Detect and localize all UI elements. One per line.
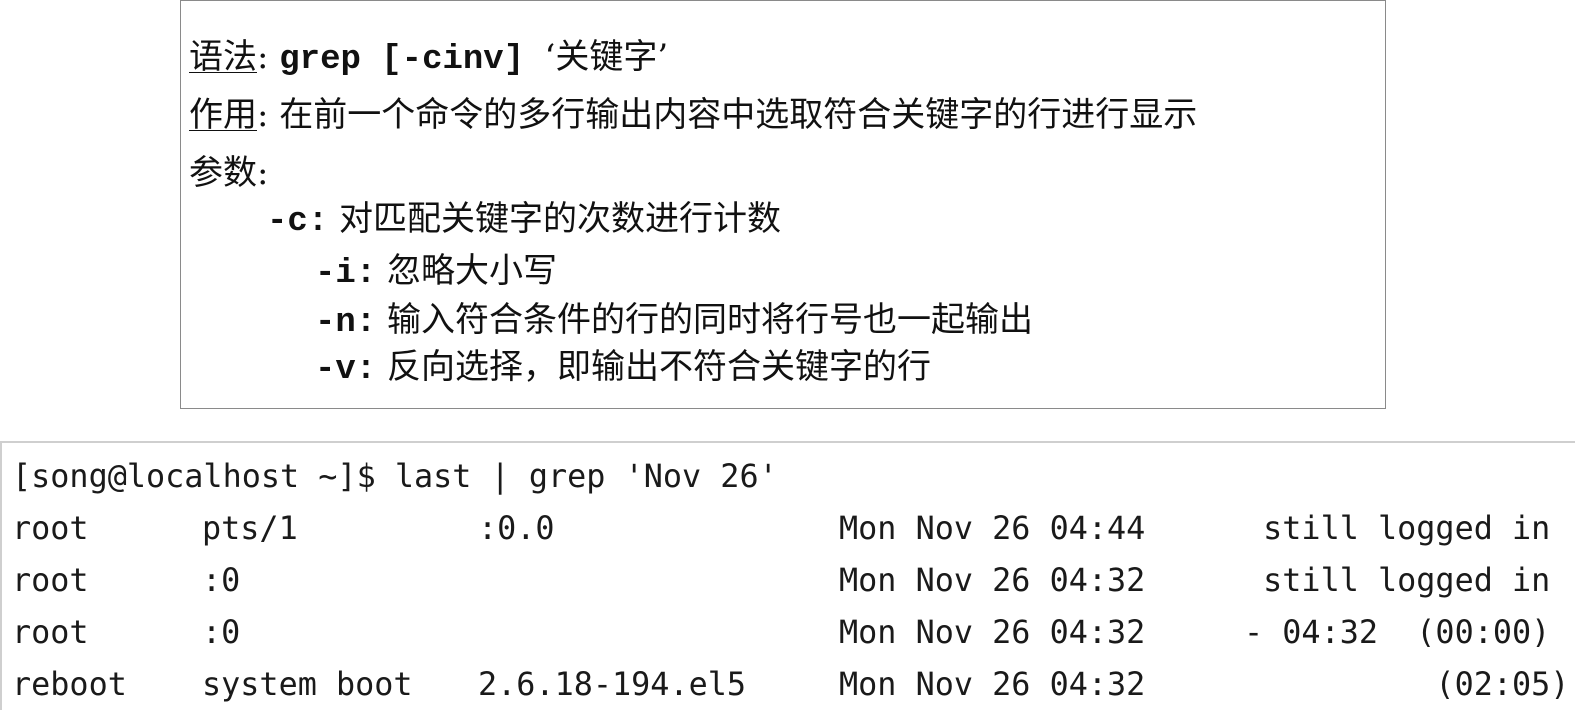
purpose-label: 作用 [189,95,257,135]
params-label: 参数: [189,153,269,193]
row-duration: still logged in [1244,510,1551,547]
param-n: -n: 输入符合条件的行的同时将行号也一起输出 [315,300,1033,343]
row-user: root [12,562,89,599]
terminal-output-row: root pts/1 :0.0 Mon Nov 26 04:44 still l… [12,507,1572,551]
syntax-line: 语法: grep [-cinv] ‘关键字’ [189,37,668,80]
param-desc: 忽略大小写 [376,251,558,291]
row-date: Mon Nov 26 04:32 [839,614,1146,651]
terminal-window[interactable]: [song@localhost ~]$ last | grep 'Nov 26'… [0,441,1575,710]
row-user: root [12,614,89,651]
row-date: Mon Nov 26 04:32 [839,666,1146,703]
param-c: -c: 对匹配关键字的次数进行计数 [267,199,781,242]
row-tty: pts/1 [202,510,298,547]
row-tty: :0 [202,562,241,599]
row-host: 2.6.18-194.el5 [478,666,747,703]
purpose-separator: : [257,95,280,135]
param-i: -i: 忽略大小写 [315,251,557,294]
param-desc: 反向选择，即输出不符合关键字的行 [376,347,932,387]
row-date: Mon Nov 26 04:44 [839,510,1146,547]
row-user: root [12,510,89,547]
syntax-label: 语法 [189,37,257,77]
terminal-output-row: root :0 Mon Nov 26 04:32 - 04:32 (00:00) [12,611,1572,655]
terminal-output-row: root :0 Mon Nov 26 04:32 still logged in [12,559,1572,603]
purpose-text: 在前一个命令的多行输出内容中选取符合关键字的行进行显示 [279,95,1198,135]
row-tty: system boot [202,666,413,703]
row-duration: - 04:32 (00:00) [1244,614,1551,651]
terminal-prompt-line: [song@localhost ~]$ last | grep 'Nov 26' [12,458,778,495]
row-duration: still logged in [1244,562,1551,599]
terminal-output-row: reboot system boot 2.6.18-194.el5 Mon No… [12,663,1572,707]
param-desc: 对匹配关键字的次数进行计数 [328,199,782,239]
row-duration: (02:05) [1244,666,1570,703]
row-user: reboot [12,666,127,703]
row-host: :0.0 [478,510,555,547]
syntax-command: grep [-cinv] [279,41,545,79]
param-flag: -c: [267,203,329,241]
row-tty: :0 [202,614,241,651]
param-flag: -i: [315,255,377,293]
param-flag: -v: [315,351,377,389]
param-flag: -n: [315,304,377,342]
syntax-separator: : [257,37,280,77]
purpose-line: 作用: 在前一个命令的多行输出内容中选取符合关键字的行进行显示 [189,95,1197,135]
row-date: Mon Nov 26 04:32 [839,562,1146,599]
syntax-argument: ‘关键字’ [544,37,669,77]
grep-doc-box: 语法: grep [-cinv] ‘关键字’ 作用: 在前一个命令的多行输出内容… [180,0,1386,409]
param-v: -v: 反向选择，即输出不符合关键字的行 [315,347,931,390]
param-desc: 输入符合条件的行的同时将行号也一起输出 [376,300,1034,340]
